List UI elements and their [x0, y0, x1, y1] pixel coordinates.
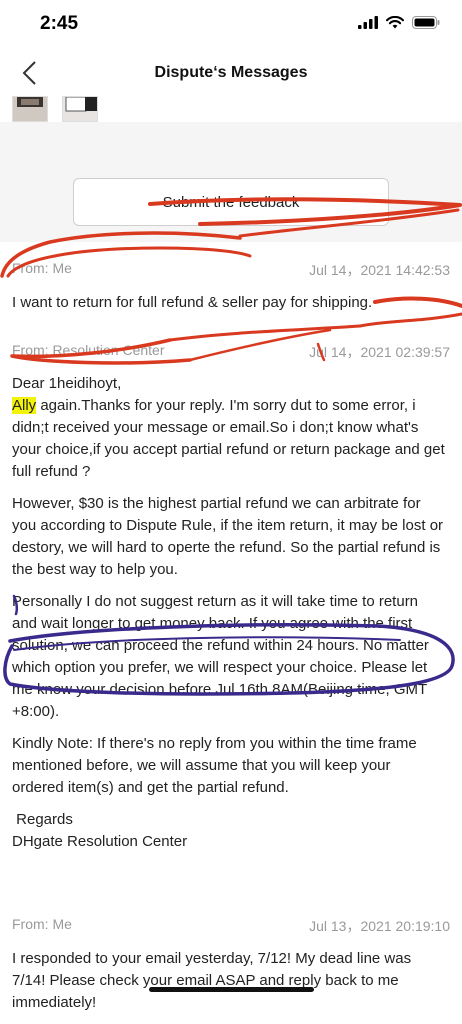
message-body: I responded to your email yesterday, 7/1… [12, 948, 446, 1024]
message-card: From: Me Jul 13，2021 20:19:10 I responde… [0, 898, 462, 1011]
status-time: 2:45 [40, 13, 79, 34]
message-date: Jul 14，2021 02:39:57 [309, 344, 450, 360]
message-body: I want to return for full refund & selle… [12, 292, 446, 324]
status-bar: 2:45 [0, 0, 462, 50]
attachment-thumbnail[interactable] [12, 96, 48, 122]
message-paragraph: Ally again.Thanks for your reply. I'm so… [12, 395, 446, 483]
page-title: Dispute‘s Messages [154, 64, 308, 81]
message-header: From: Me Jul 14，2021 14:42:53 [12, 260, 450, 280]
message-paragraph: Kindly Note: If there's no reply from yo… [12, 735, 417, 796]
message-regards: Regards [12, 811, 73, 828]
message-sender: From: Resolution Center [12, 342, 165, 358]
message-card: From: Resolution Center Jul 14，2021 02:3… [0, 324, 462, 884]
message-header: From: Me Jul 13，2021 20:19:10 [12, 916, 450, 936]
message-text: again.Thanks for your reply. I'm sorry d… [12, 397, 445, 480]
message-date: Jul 14，2021 14:42:53 [309, 262, 450, 278]
message-sender: From: Me [12, 260, 72, 276]
message-date: Jul 13，2021 20:19:10 [309, 918, 450, 934]
message-paragraph: I want to return for full refund & selle… [12, 294, 373, 311]
attachment-thumbnails [12, 96, 112, 122]
status-icons [358, 16, 440, 29]
home-indicator [149, 987, 314, 992]
message-body: Dear 1heidihoyt, Ally again.Thanks for y… [12, 373, 446, 853]
highlighted-text: Ally [12, 397, 37, 414]
wifi-icon [386, 16, 404, 29]
signal-icon [358, 16, 378, 29]
attachment-thumbnail[interactable] [62, 96, 98, 122]
submit-feedback-button[interactable]: Submit the feedback [73, 178, 389, 226]
message-sender: From: Me [12, 916, 72, 932]
message-paragraph: Personally I do not suggest return as it… [12, 593, 429, 720]
message-paragraph: However, $30 is the highest partial refu… [12, 495, 444, 578]
battery-icon [412, 16, 440, 29]
message-paragraph: I responded to your email yesterday, 7/1… [12, 950, 412, 1011]
message-header: From: Resolution Center Jul 14，2021 02:3… [12, 342, 450, 362]
nav-bar: Dispute‘s Messages [0, 50, 462, 96]
message-card: From: Me Jul 14，2021 14:42:53 I want to … [0, 242, 462, 324]
message-greeting: Dear 1heidihoyt, [12, 375, 122, 392]
message-signature: DHgate Resolution Center [12, 833, 188, 850]
